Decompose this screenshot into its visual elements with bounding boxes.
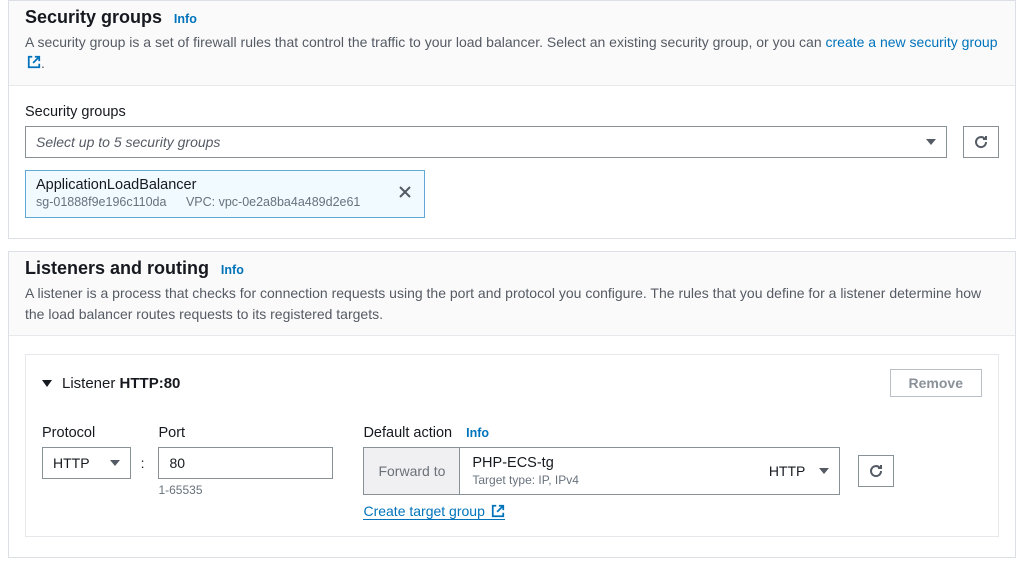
security-groups-select[interactable]: Select up to 5 security groups xyxy=(25,126,947,158)
external-link-icon xyxy=(27,54,41,75)
target-protocol: HTTP xyxy=(769,463,806,479)
remove-chip-button[interactable] xyxy=(394,185,416,201)
external-link-icon xyxy=(491,504,505,518)
target-subtext: Target type: IP, IPv4 xyxy=(472,473,579,487)
selected-security-group-chip: ApplicationLoadBalancer sg-01888f9e196c1… xyxy=(25,170,425,218)
panel-body: Listener HTTP:80 Remove Protocol HTTP : xyxy=(9,335,1015,557)
chevron-down-icon xyxy=(819,468,829,474)
info-link[interactable]: Info xyxy=(174,12,197,26)
port-column: Port 1-65535 xyxy=(158,425,333,497)
refresh-button[interactable] xyxy=(963,126,999,158)
panel-header: Listeners and routing Info A listener is… xyxy=(9,252,1015,335)
chevron-down-icon xyxy=(110,460,120,466)
sg-id: sg-01888f9e196c110da xyxy=(36,195,166,209)
panel-body: Security groups Select up to 5 security … xyxy=(9,85,1015,238)
create-target-group-link[interactable]: Create target group xyxy=(363,503,504,520)
refresh-target-button[interactable] xyxy=(858,455,894,487)
target-group-select[interactable]: PHP-ECS-tg Target type: IP, IPv4 HTTP xyxy=(460,447,840,495)
security-groups-label: Security groups xyxy=(25,104,999,120)
listeners-panel: Listeners and routing Info A listener is… xyxy=(8,251,1016,558)
port-input[interactable] xyxy=(158,447,333,479)
section-title: Listeners and routing xyxy=(25,258,209,279)
section-title: Security groups xyxy=(25,7,162,28)
forward-to-label: Forward to xyxy=(363,447,460,495)
sg-vpc: VPC: vpc-0e2a8ba4a489d2e61 xyxy=(186,195,360,209)
info-link[interactable]: Info xyxy=(221,263,244,277)
protocol-select[interactable]: HTTP xyxy=(42,447,131,479)
security-groups-panel: Security groups Info A security group is… xyxy=(8,0,1016,239)
info-link[interactable]: Info xyxy=(466,426,489,440)
refresh-icon xyxy=(973,134,989,150)
protocol-label: Protocol xyxy=(42,425,148,441)
create-security-group-link[interactable]: create a new security group xyxy=(826,34,998,50)
section-description: A listener is a process that checks for … xyxy=(25,283,999,325)
chevron-down-icon xyxy=(926,139,936,145)
listener-card: Listener HTTP:80 Remove Protocol HTTP : xyxy=(25,354,999,537)
panel-header: Security groups Info A security group is… xyxy=(9,1,1015,85)
remove-listener-button[interactable]: Remove xyxy=(890,369,982,397)
target-name: PHP-ECS-tg xyxy=(472,455,579,471)
section-description: A security group is a set of firewall ru… xyxy=(25,32,999,75)
select-placeholder: Select up to 5 security groups xyxy=(36,134,220,150)
sg-name: ApplicationLoadBalancer xyxy=(36,177,376,193)
close-icon xyxy=(399,186,411,198)
refresh-icon xyxy=(868,463,884,479)
default-action-column: Default action Info Forward to PHP-ECS-t… xyxy=(363,425,982,520)
port-label: Port xyxy=(158,425,333,441)
port-hint: 1-65535 xyxy=(158,483,333,497)
default-action-label: Default action xyxy=(363,425,452,441)
protocol-column: Protocol HTTP : xyxy=(42,425,148,479)
expand-caret-icon xyxy=(42,380,52,387)
listener-title[interactable]: Listener HTTP:80 xyxy=(42,375,180,392)
